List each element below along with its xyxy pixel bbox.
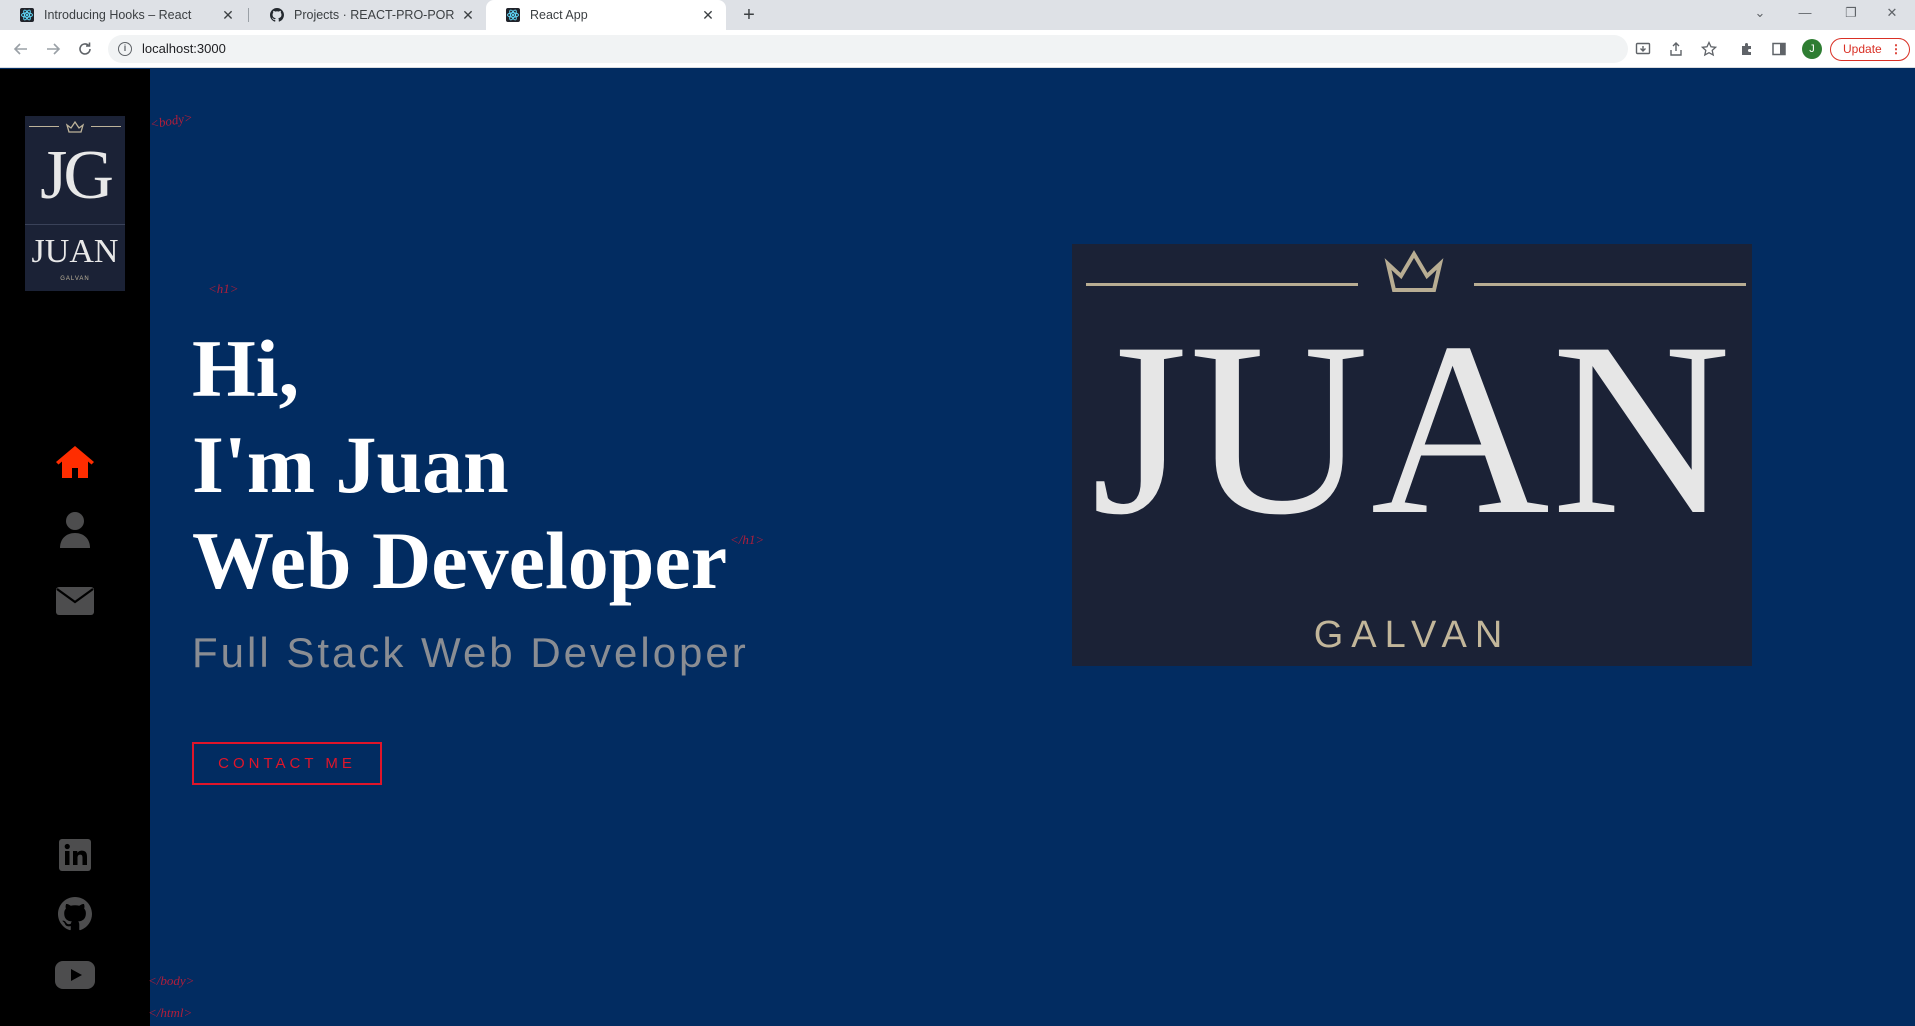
logo-surname: GALVAN	[1313, 614, 1511, 656]
github-icon	[270, 8, 284, 22]
forward-arrow-icon	[47, 43, 61, 55]
new-tab-button[interactable]: +	[738, 4, 760, 26]
reload-icon	[79, 42, 91, 55]
address-bar[interactable]: i localhost:3000	[108, 35, 1628, 63]
tab-projects-github[interactable]: Projects · REACT-PRO-PORTFOLIO ✕	[250, 0, 486, 30]
github-link[interactable]	[55, 896, 95, 932]
close-tab-icon[interactable]: ✕	[460, 7, 476, 24]
tab-title: React App	[530, 8, 588, 22]
hero-subtitle: Full Stack Web Developer	[192, 629, 749, 676]
logo-divider	[25, 224, 125, 225]
share-icon[interactable]	[1667, 40, 1685, 58]
back-arrow-icon	[13, 43, 27, 55]
logo-rule	[29, 126, 59, 127]
logo-monogram: JG	[40, 137, 114, 214]
logo-surname: GALVAN	[60, 276, 90, 282]
side-panel-icon[interactable]	[1770, 40, 1788, 58]
back-button[interactable]	[10, 38, 32, 60]
crown-icon	[65, 120, 85, 133]
nav-home[interactable]	[53, 442, 97, 482]
extensions-icon[interactable]	[1738, 40, 1756, 58]
body-open-tag: <body>	[148, 109, 194, 132]
install-app-icon[interactable]	[1634, 40, 1652, 58]
crown-icon	[1384, 250, 1444, 292]
close-tab-icon[interactable]: ✕	[700, 7, 716, 24]
tab-title: Introducing Hooks – React	[44, 8, 192, 22]
hero-role: Web Developer	[192, 515, 728, 606]
close-window-icon[interactable]: ✕	[1869, 0, 1915, 30]
tab-title: Projects · REACT-PRO-PORTFOLIO	[294, 8, 454, 22]
hero-greeting: Hi,	[192, 323, 300, 414]
user-icon	[60, 512, 90, 548]
envelope-icon	[56, 587, 94, 615]
sidebar: JG JUAN GALVAN	[0, 69, 150, 1026]
forward-button[interactable]	[42, 38, 64, 60]
profile-avatar[interactable]: J	[1802, 39, 1822, 59]
update-label: Update	[1843, 42, 1882, 56]
reload-button[interactable]	[74, 38, 96, 60]
react-icon	[20, 8, 34, 22]
hero-name: I'm Juan	[192, 419, 509, 510]
home-icon	[56, 446, 94, 478]
minimize-icon[interactable]: —	[1782, 0, 1828, 30]
linkedin-link[interactable]	[55, 837, 95, 873]
browser-toolbar: i localhost:3000 J Update ⋮	[0, 30, 1915, 68]
logo-rule	[1474, 283, 1746, 286]
sidebar-logo[interactable]: JG JUAN GALVAN	[25, 116, 125, 291]
logo-rule	[91, 126, 121, 127]
tab-introducing-hooks[interactable]: Introducing Hooks – React ✕	[0, 0, 246, 30]
youtube-link[interactable]	[55, 957, 95, 993]
youtube-icon	[55, 961, 95, 989]
bookmark-star-icon[interactable]	[1700, 40, 1718, 58]
url-text: localhost:3000	[142, 41, 226, 56]
github-icon	[58, 897, 92, 931]
h1-close-tag: </h1>	[730, 532, 765, 547]
menu-dots-icon: ⋮	[1890, 42, 1902, 56]
logo-name: JUAN	[1091, 291, 1733, 566]
tab-divider	[248, 8, 249, 22]
h1-open-tag: <h1>	[208, 281, 239, 296]
linkedin-icon	[59, 839, 91, 871]
tab-search-icon[interactable]: ⌄	[1737, 0, 1783, 30]
logo-name: JUAN	[31, 233, 119, 270]
react-icon	[506, 8, 520, 22]
tab-react-app[interactable]: React App ✕	[486, 0, 726, 30]
hero-heading: Hi, I'm Juan Web Developer	[192, 321, 727, 609]
logo-rule	[1086, 283, 1358, 286]
update-button[interactable]: Update ⋮	[1830, 38, 1910, 61]
browser-tab-strip: Introducing Hooks – React ✕ Projects · R…	[0, 0, 1915, 30]
nav-about[interactable]	[53, 510, 97, 550]
contact-me-button[interactable]: CONTACT ME	[192, 742, 382, 785]
nav-contact[interactable]	[53, 581, 97, 621]
restore-icon[interactable]: ❐	[1828, 0, 1874, 30]
site-info-icon[interactable]: i	[118, 42, 132, 56]
close-tab-icon[interactable]: ✕	[220, 7, 236, 24]
body-close-tag: </body>	[148, 973, 195, 988]
portfolio-page: JG JUAN GALVAN <body> <h1> </h1> </body>…	[0, 69, 1915, 1026]
hero-logo: JUAN GALVAN	[1072, 244, 1752, 666]
html-close-tag: </html>	[148, 1005, 193, 1020]
